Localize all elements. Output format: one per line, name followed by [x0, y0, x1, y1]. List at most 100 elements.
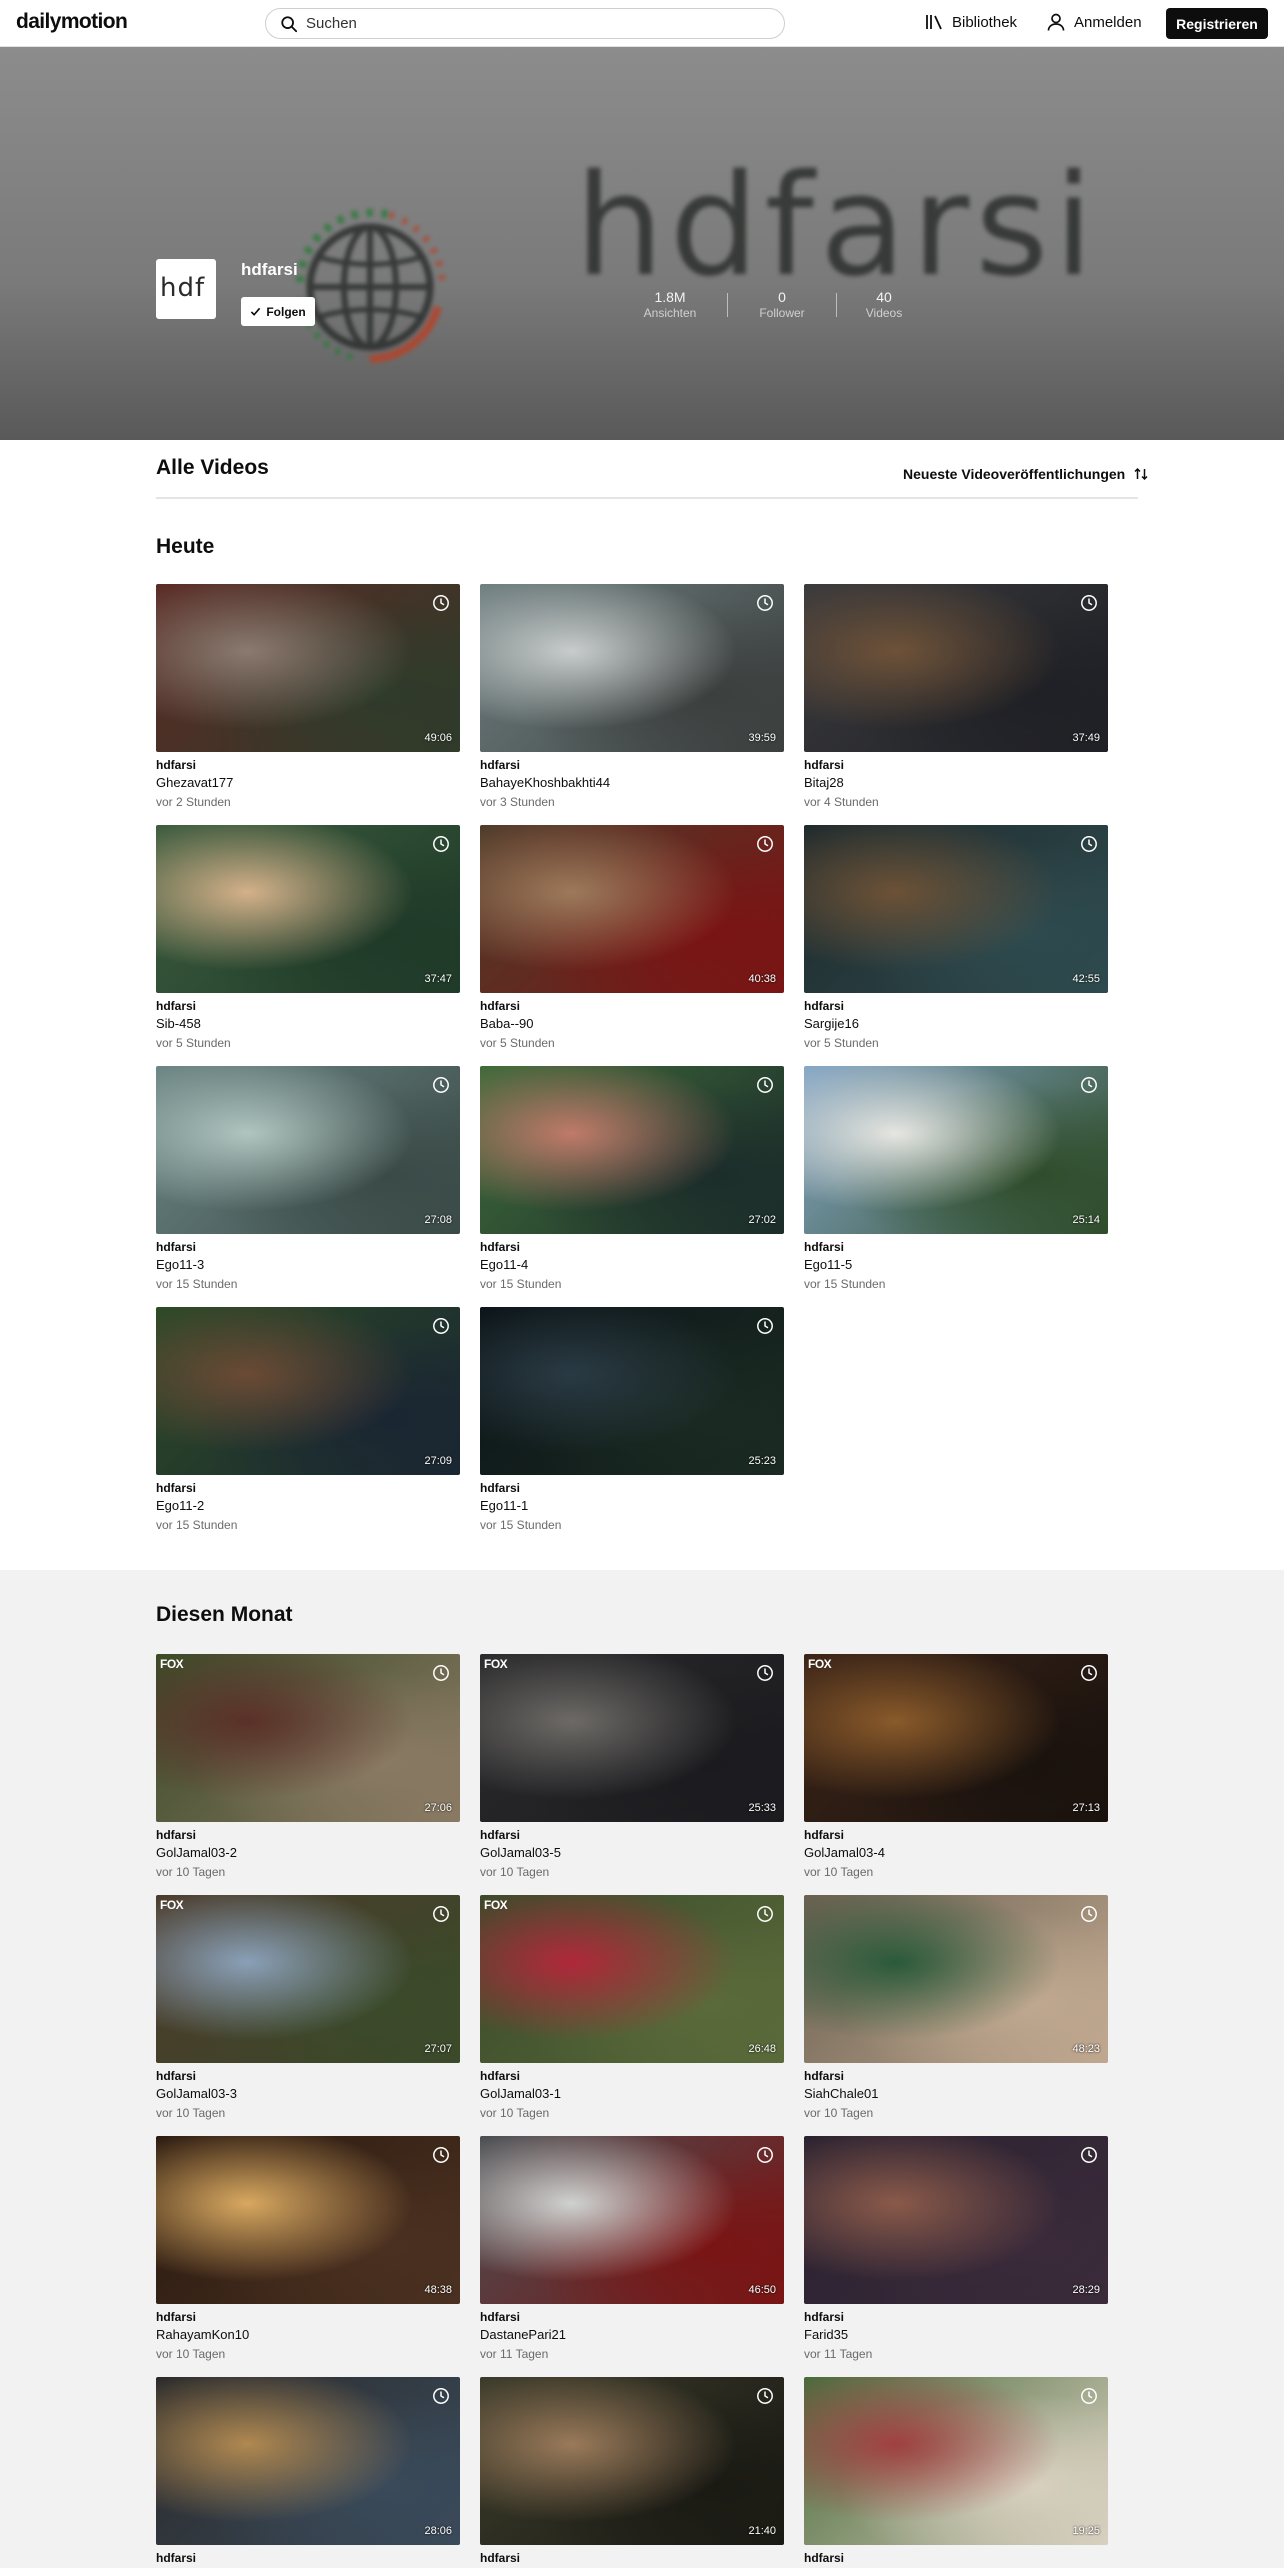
video-card[interactable]: 37:49 hdfarsi Bitaj28 vor 4 Stunden	[804, 584, 1108, 809]
video-title[interactable]: Ghezavat177	[156, 775, 460, 790]
watch-later-icon[interactable]	[432, 2387, 450, 2405]
video-channel-name[interactable]: hdfarsi	[156, 1240, 460, 1254]
video-thumbnail[interactable]: 25:14	[804, 1066, 1108, 1234]
video-card[interactable]: FOX 27:07 hdfarsi GolJamal03-3 vor 10 Tagen	[156, 1895, 460, 2120]
video-channel-name[interactable]: hdfarsi	[156, 1828, 460, 1842]
video-channel-name[interactable]: hdfarsi	[804, 2310, 1108, 2324]
video-card[interactable]: 25:23 hdfarsi Ego11-1 vor 15 Stunden	[480, 1307, 784, 1532]
video-channel-name[interactable]: hdfarsi	[804, 1828, 1108, 1842]
video-card[interactable]: FOX 27:13 hdfarsi GolJamal03-4 vor 10 Tagen	[804, 1654, 1108, 1879]
watch-later-icon[interactable]	[756, 1317, 774, 1335]
video-thumbnail[interactable]: FOX 26:48	[480, 1895, 784, 2063]
video-title[interactable]: Baba--90	[480, 1016, 784, 1031]
watch-later-icon[interactable]	[756, 1664, 774, 1682]
video-title[interactable]: Farid35	[804, 2327, 1108, 2342]
video-thumbnail[interactable]: 37:49	[804, 584, 1108, 752]
video-channel-name[interactable]: hdfarsi	[804, 758, 1108, 772]
video-card[interactable]: FOX 27:06 hdfarsi GolJamal03-2 vor 10 Tagen	[156, 1654, 460, 1879]
video-title[interactable]: Ego11-2	[156, 1498, 460, 1513]
video-channel-name[interactable]: hdfarsi	[480, 758, 784, 772]
video-thumbnail[interactable]: FOX 27:06	[156, 1654, 460, 1822]
video-card[interactable]: FOX 25:33 hdfarsi GolJamal03-5 vor 10 Tagen	[480, 1654, 784, 1879]
video-title[interactable]: Ego11-5	[804, 1257, 1108, 1272]
video-thumbnail[interactable]: 37:47	[156, 825, 460, 993]
video-card[interactable]: 25:14 hdfarsi Ego11-5 vor 15 Stunden	[804, 1066, 1108, 1291]
video-title[interactable]: Bitaj28	[804, 775, 1108, 790]
video-title[interactable]: Ego11-3	[156, 1257, 460, 1272]
video-channel-name[interactable]: hdfarsi	[156, 758, 460, 772]
video-channel-name[interactable]: hdfarsi	[480, 999, 784, 1013]
register-button[interactable]: Registrieren	[1166, 8, 1268, 39]
video-card[interactable]: 42:55 hdfarsi Sargije16 vor 5 Stunden	[804, 825, 1108, 1050]
video-channel-name[interactable]: hdfarsi	[480, 1240, 784, 1254]
video-title[interactable]: Ego11-4	[480, 1257, 784, 1272]
watch-later-icon[interactable]	[432, 835, 450, 853]
video-thumbnail[interactable]: 19:25	[804, 2377, 1108, 2545]
video-title[interactable]: GolJamal03-1	[480, 2086, 784, 2101]
video-thumbnail[interactable]: 46:50	[480, 2136, 784, 2304]
video-card[interactable]: 27:08 hdfarsi Ego11-3 vor 15 Stunden	[156, 1066, 460, 1291]
watch-later-icon[interactable]	[1080, 1076, 1098, 1094]
video-channel-name[interactable]: hdfarsi	[480, 1481, 784, 1495]
video-card[interactable]: 40:38 hdfarsi Baba--90 vor 5 Stunden	[480, 825, 784, 1050]
watch-later-icon[interactable]	[1080, 1664, 1098, 1682]
video-thumbnail[interactable]: 28:29	[804, 2136, 1108, 2304]
video-thumbnail[interactable]: 48:23	[804, 1895, 1108, 2063]
channel-avatar[interactable]: hdf	[156, 259, 216, 319]
video-card[interactable]: 46:50 hdfarsi DastanePari21 vor 11 Tagen	[480, 2136, 784, 2361]
video-channel-name[interactable]: hdfarsi	[480, 2551, 784, 2565]
video-thumbnail[interactable]: 28:06	[156, 2377, 460, 2545]
video-channel-name[interactable]: hdfarsi	[804, 2069, 1108, 2083]
video-title[interactable]: GolJamal03-3	[156, 2086, 460, 2101]
watch-later-icon[interactable]	[1080, 2387, 1098, 2405]
search-bar[interactable]	[265, 8, 785, 39]
watch-later-icon[interactable]	[432, 1317, 450, 1335]
video-card[interactable]: 28:06 hdfarsi	[156, 2377, 460, 2568]
video-card[interactable]: 28:29 hdfarsi Farid35 vor 11 Tagen	[804, 2136, 1108, 2361]
watch-later-icon[interactable]	[432, 1076, 450, 1094]
watch-later-icon[interactable]	[432, 1905, 450, 1923]
video-title[interactable]: DastanePari21	[480, 2327, 784, 2342]
video-title[interactable]: GolJamal03-2	[156, 1845, 460, 1860]
video-channel-name[interactable]: hdfarsi	[156, 1481, 460, 1495]
video-thumbnail[interactable]: FOX 25:33	[480, 1654, 784, 1822]
watch-later-icon[interactable]	[756, 594, 774, 612]
video-card[interactable]: 21:40 hdfarsi	[480, 2377, 784, 2568]
video-card[interactable]: 19:25 hdfarsi	[804, 2377, 1108, 2568]
video-channel-name[interactable]: hdfarsi	[480, 2310, 784, 2324]
video-title[interactable]: SiahChale01	[804, 2086, 1108, 2101]
watch-later-icon[interactable]	[432, 2146, 450, 2164]
video-channel-name[interactable]: hdfarsi	[804, 999, 1108, 1013]
video-channel-name[interactable]: hdfarsi	[480, 2069, 784, 2083]
video-title[interactable]: RahayamKon10	[156, 2327, 460, 2342]
video-card[interactable]: 27:09 hdfarsi Ego11-2 vor 15 Stunden	[156, 1307, 460, 1532]
video-thumbnail[interactable]: 25:23	[480, 1307, 784, 1475]
library-link[interactable]: Bibliothek	[924, 12, 1017, 32]
video-thumbnail[interactable]: 48:38	[156, 2136, 460, 2304]
video-card[interactable]: 39:59 hdfarsi BahayeKhoshbakhti44 vor 3 Stu…	[480, 584, 784, 809]
video-card[interactable]: 49:06 hdfarsi Ghezavat177 vor 2 Stunden	[156, 584, 460, 809]
search-input[interactable]	[306, 15, 746, 32]
video-card[interactable]: FOX 26:48 hdfarsi GolJamal03-1 vor 10 Tagen	[480, 1895, 784, 2120]
watch-later-icon[interactable]	[1080, 594, 1098, 612]
video-card[interactable]: 48:23 hdfarsi SiahChale01 vor 10 Tagen	[804, 1895, 1108, 2120]
sort-dropdown[interactable]: Neueste Videoveröffentlichungen	[903, 466, 1149, 482]
watch-later-icon[interactable]	[432, 594, 450, 612]
video-title[interactable]: Ego11-1	[480, 1498, 784, 1513]
video-title[interactable]: Sargije16	[804, 1016, 1108, 1031]
watch-later-icon[interactable]	[1080, 2146, 1098, 2164]
login-link[interactable]: Anmelden	[1046, 12, 1142, 32]
video-channel-name[interactable]: hdfarsi	[156, 2310, 460, 2324]
video-thumbnail[interactable]: 42:55	[804, 825, 1108, 993]
video-channel-name[interactable]: hdfarsi	[804, 2551, 1108, 2565]
video-card[interactable]: 48:38 hdfarsi RahayamKon10 vor 10 Tagen	[156, 2136, 460, 2361]
video-channel-name[interactable]: hdfarsi	[804, 1240, 1108, 1254]
watch-later-icon[interactable]	[756, 1905, 774, 1923]
video-channel-name[interactable]: hdfarsi	[156, 999, 460, 1013]
video-channel-name[interactable]: hdfarsi	[156, 2551, 460, 2565]
watch-later-icon[interactable]	[756, 2146, 774, 2164]
watch-later-icon[interactable]	[432, 1664, 450, 1682]
video-title[interactable]: GolJamal03-4	[804, 1845, 1108, 1860]
video-title[interactable]: BahayeKhoshbakhti44	[480, 775, 784, 790]
video-thumbnail[interactable]: 40:38	[480, 825, 784, 993]
